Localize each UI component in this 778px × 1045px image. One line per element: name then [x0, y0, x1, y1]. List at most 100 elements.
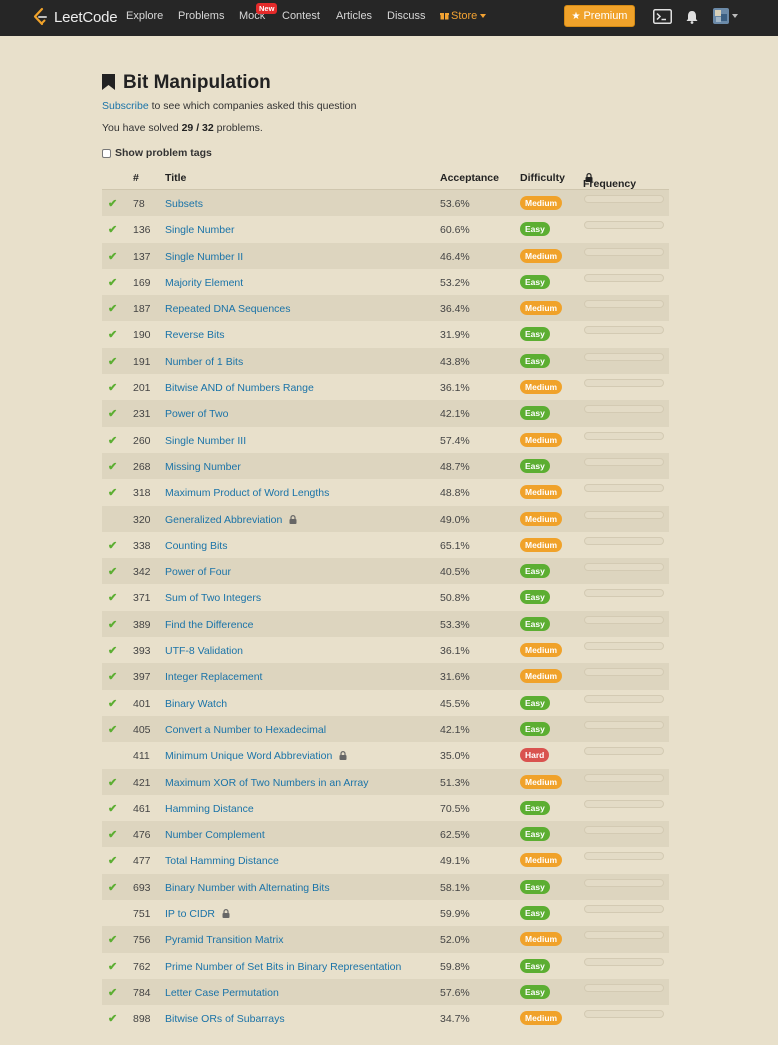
- table-row[interactable]: ✔ 401 Binary Watch 45.5% Easy: [102, 690, 669, 716]
- problem-title-link[interactable]: Maximum XOR of Two Numbers in an Array: [165, 777, 368, 789]
- problem-title-link[interactable]: Single Number III: [165, 435, 246, 447]
- nav-store[interactable]: Store: [440, 10, 487, 22]
- table-row[interactable]: ✔ 342 Power of Four 40.5% Easy: [102, 558, 669, 585]
- difficulty-badge: Easy: [520, 616, 550, 631]
- brand-logo[interactable]: LeetCode: [31, 6, 118, 28]
- header-frequency[interactable]: Frequency: [583, 172, 636, 190]
- avatar-menu[interactable]: [713, 8, 738, 24]
- frequency-bar: [584, 983, 664, 992]
- show-tags-toggle[interactable]: Show problem tags: [102, 147, 212, 159]
- header-difficulty[interactable]: Difficulty: [520, 172, 565, 184]
- table-row[interactable]: ✔ 762 Prime Number of Set Bits in Binary R…: [102, 953, 669, 979]
- table-row[interactable]: ✔ 784 Letter Case Permutation 57.6% Easy: [102, 978, 669, 1006]
- problem-title-link[interactable]: Binary Watch: [165, 698, 227, 710]
- header-acceptance[interactable]: Acceptance: [440, 172, 499, 184]
- problem-number: 401: [133, 697, 151, 710]
- table-row[interactable]: ✔ 421 Maximum XOR of Two Numbers in an Arr…: [102, 768, 669, 795]
- problem-title-link[interactable]: Single Number II: [165, 251, 243, 263]
- difficulty-cell: Easy: [520, 879, 550, 894]
- nav-contest[interactable]: Contest: [282, 10, 320, 22]
- table-row[interactable]: ✔ 318 Maximum Product of Word Lengths 48.8%…: [102, 479, 669, 505]
- header-number[interactable]: #: [133, 172, 139, 184]
- table-row[interactable]: 320 Generalized Abbreviation 49.0% Medium: [102, 505, 669, 532]
- nav-problems[interactable]: Problems: [178, 10, 224, 22]
- difficulty-badge: Easy: [520, 327, 550, 342]
- table-row[interactable]: ✔ 260 Single Number III 57.4% Medium: [102, 427, 669, 453]
- difficulty-cell: Medium: [520, 248, 563, 263]
- table-row[interactable]: ✔ 756 Pyramid Transition Matrix 52.0% Medium: [102, 926, 669, 953]
- problem-title-link[interactable]: Convert a Number to Hexadecimal: [165, 724, 326, 736]
- problem-title-link[interactable]: Counting Bits: [165, 540, 227, 552]
- table-row[interactable]: ✔ 78 Subsets 53.6% Medium: [102, 190, 669, 217]
- table-row[interactable]: ✔ 231 Power of Two 42.1% Easy: [102, 400, 669, 427]
- problem-title-link[interactable]: Reverse Bits: [165, 329, 225, 341]
- problem-title-link[interactable]: Bitwise AND of Numbers Range: [165, 382, 314, 394]
- table-row[interactable]: ✔ 268 Missing Number 48.7% Easy: [102, 452, 669, 480]
- problem-title-link[interactable]: Sum of Two Integers: [165, 592, 261, 604]
- problem-title-link[interactable]: Single Number: [165, 224, 234, 236]
- problem-title-link[interactable]: Integer Replacement: [165, 671, 262, 683]
- table-row[interactable]: ✔ 389 Find the Difference 53.3% Easy: [102, 610, 669, 638]
- table-row[interactable]: 751 IP to CIDR 59.9% Easy: [102, 900, 669, 926]
- header-title[interactable]: Title: [165, 172, 186, 184]
- table-row[interactable]: ✔ 898 Bitwise ORs of Subarrays 34.7% Medium: [102, 1005, 669, 1031]
- table-row[interactable]: ✔ 477 Total Hamming Distance 49.1% Medium: [102, 847, 669, 873]
- show-tags-checkbox[interactable]: [102, 148, 111, 158]
- problem-title-link[interactable]: Pyramid Transition Matrix: [165, 934, 283, 946]
- problem-title-link[interactable]: Repeated DNA Sequences: [165, 303, 291, 315]
- table-row[interactable]: ✔ 169 Majority Element 53.2% Easy: [102, 269, 669, 295]
- problem-title-link[interactable]: Minimum Unique Word Abbreviation: [165, 750, 347, 762]
- problem-title-link[interactable]: Number of 1 Bits: [165, 356, 243, 368]
- problem-title-link[interactable]: Subsets: [165, 198, 203, 210]
- table-row[interactable]: ✔ 371 Sum of Two Integers 50.8% Easy: [102, 584, 669, 610]
- table-row[interactable]: 411 Minimum Unique Word Abbreviation 35.0%…: [102, 742, 669, 768]
- problem-title-link[interactable]: UTF-8 Validation: [165, 645, 243, 657]
- table-row[interactable]: ✔ 393 UTF-8 Validation 36.1% Medium: [102, 637, 669, 663]
- table-row[interactable]: ✔ 476 Number Complement 62.5% Easy: [102, 821, 669, 848]
- problem-title-link[interactable]: Majority Element: [165, 277, 243, 289]
- problem-title-link[interactable]: Find the Difference: [165, 619, 254, 631]
- table-row[interactable]: ✔ 201 Bitwise AND of Numbers Range 36.1% Med…: [102, 374, 669, 400]
- difficulty-badge: Easy: [520, 827, 550, 842]
- subscribe-link[interactable]: Subscribe: [102, 100, 149, 112]
- problem-number: 751: [133, 908, 151, 921]
- problem-title: Integer Replacement: [165, 671, 263, 684]
- problem-title-link[interactable]: Binary Number with Alternating Bits: [165, 882, 330, 894]
- nav-articles[interactable]: Articles: [336, 10, 372, 22]
- table-row[interactable]: ✔ 338 Counting Bits 65.1% Medium: [102, 532, 669, 558]
- problem-title-link[interactable]: Power of Four: [165, 566, 231, 578]
- nav-discuss[interactable]: Discuss: [387, 10, 426, 22]
- table-row[interactable]: ✔ 461 Hamming Distance 70.5% Easy: [102, 795, 669, 821]
- premium-button[interactable]: ★ Premium: [564, 5, 635, 27]
- problem-title-link[interactable]: Total Hamming Distance: [165, 855, 279, 867]
- table-row[interactable]: ✔ 693 Binary Number with Alternating Bits 5…: [102, 873, 669, 901]
- problem-title-link[interactable]: Prime Number of Set Bits in Binary Repre…: [165, 961, 401, 973]
- table-row[interactable]: ✔ 136 Single Number 60.6% Easy: [102, 216, 669, 242]
- problem-title-link[interactable]: Letter Case Permutation: [165, 987, 279, 999]
- subscribe-text: to see which companies asked this questi…: [148, 100, 357, 112]
- table-row[interactable]: ✔ 137 Single Number II 46.4% Medium: [102, 242, 669, 269]
- solved-check-icon: ✔: [108, 829, 118, 842]
- problem-title-link[interactable]: Number Complement: [165, 829, 265, 841]
- problem-title-link[interactable]: Bitwise ORs of Subarrays: [165, 1013, 285, 1025]
- problem-title-link[interactable]: Power of Two: [165, 408, 228, 420]
- table-row[interactable]: ✔ 190 Reverse Bits 31.9% Easy: [102, 321, 669, 347]
- problem-title-link[interactable]: IP to CIDR: [165, 908, 230, 920]
- console-icon[interactable]: [653, 9, 672, 24]
- table-row[interactable]: ✔ 187 Repeated DNA Sequences 36.4% Medium: [102, 295, 669, 322]
- table-row[interactable]: ✔ 405 Convert a Number to Hexadecimal 42.1%…: [102, 715, 669, 743]
- bell-icon[interactable]: [686, 10, 698, 24]
- problem-title-link[interactable]: Maximum Product of Word Lengths: [165, 487, 329, 499]
- problem-title-link[interactable]: Hamming Distance: [165, 803, 254, 815]
- difficulty-badge: Easy: [520, 458, 550, 473]
- problem-number: 476: [133, 829, 151, 842]
- table-row[interactable]: ✔ 191 Number of 1 Bits 43.8% Easy: [102, 347, 669, 375]
- frequency-bar: [584, 694, 664, 703]
- page-title: Bit Manipulation: [123, 72, 271, 93]
- problem-title-link[interactable]: Generalized Abbreviation: [165, 514, 297, 526]
- nav-explore[interactable]: Explore: [126, 10, 163, 22]
- table-row[interactable]: ✔ 397 Integer Replacement 31.6% Medium: [102, 663, 669, 690]
- acceptance-rate: 53.3%: [440, 618, 470, 631]
- frequency-bar: [584, 773, 664, 782]
- problem-title-link[interactable]: Missing Number: [165, 461, 241, 473]
